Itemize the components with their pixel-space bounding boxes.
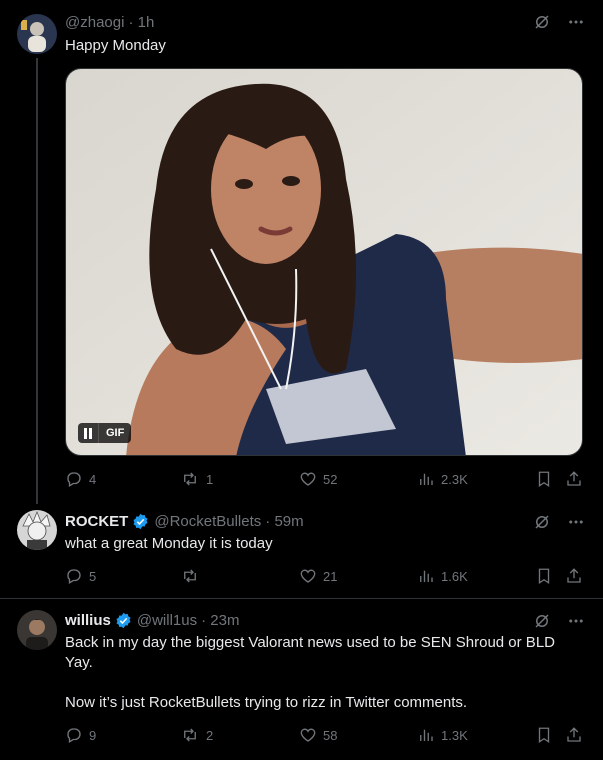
repost-button[interactable]: [180, 567, 206, 585]
post-text: Back in my day the biggest Valorant news…: [65, 634, 555, 711]
more-icon[interactable]: [567, 612, 585, 635]
avatar-rocket[interactable]: [17, 510, 57, 550]
repost-icon: [184, 472, 196, 486]
reply-icon: [67, 728, 81, 743]
post-top-icons: [533, 612, 585, 635]
repost-icon: [184, 569, 196, 583]
share-icon: [567, 568, 581, 583]
avatar-zhaogi[interactable]: [17, 14, 57, 54]
like-button[interactable]: 21: [299, 567, 337, 585]
share-button[interactable]: [565, 470, 583, 488]
like-count: 58: [323, 727, 338, 743]
like-button[interactable]: 52: [299, 470, 337, 488]
share-button[interactable]: [565, 567, 583, 585]
like-count: 21: [323, 568, 338, 584]
post-header: @zhaogi · 1h: [65, 12, 154, 32]
reply-icon: [67, 569, 81, 584]
views-button[interactable]: 2.3K: [417, 470, 468, 488]
gif-badge[interactable]: GIF: [78, 423, 132, 443]
bookmark-icon: [538, 568, 550, 585]
like-button[interactable]: 58: [299, 726, 337, 744]
views-icon: [420, 729, 433, 741]
post-time[interactable]: · 59m: [265, 513, 303, 530]
bookmark-button[interactable]: [535, 567, 553, 585]
gif-label: GIF: [98, 423, 132, 443]
gif-image: [66, 69, 582, 455]
more-icon[interactable]: [567, 513, 585, 536]
views-icon: [420, 570, 433, 582]
post-gif[interactable]: GIF: [65, 68, 583, 456]
verified-badge-icon: [115, 612, 132, 629]
post-top-icons: [533, 13, 585, 36]
heart-icon: [300, 728, 316, 742]
display-name[interactable]: ROCKET: [65, 513, 128, 530]
views-count: 2.3K: [441, 471, 468, 487]
reply-count: 4: [89, 471, 97, 487]
display-name[interactable]: willius: [65, 612, 111, 629]
post-actions: 4 1 52 2.3K: [65, 470, 585, 490]
grok-icon[interactable]: [533, 612, 551, 635]
heart-icon: [300, 472, 316, 486]
post-zhaogi[interactable]: @zhaogi · 1h Happy Monday GIF 4 1 52 2.3…: [0, 0, 603, 504]
verified-badge-icon: [132, 513, 149, 530]
grok-icon[interactable]: [533, 13, 551, 36]
share-icon: [567, 471, 581, 486]
reply-button[interactable]: 9: [65, 726, 96, 744]
repost-button[interactable]: 1: [180, 470, 213, 488]
views-button[interactable]: 1.6K: [417, 567, 468, 585]
reply-button[interactable]: 4: [65, 470, 96, 488]
heart-icon: [300, 569, 316, 583]
post-willius[interactable]: willius @will1us · 23m Back in my day th…: [0, 599, 603, 760]
bookmark-icon: [538, 727, 550, 744]
user-handle[interactable]: @zhaogi: [65, 14, 124, 31]
views-count: 1.3K: [441, 727, 468, 743]
repost-count: 2: [206, 727, 214, 743]
like-count: 52: [323, 471, 338, 487]
post-text: Happy Monday: [65, 37, 166, 54]
thread-line: [36, 58, 38, 504]
views-count: 1.6K: [441, 568, 468, 584]
post-time[interactable]: · 1h: [128, 14, 154, 31]
avatar-willius[interactable]: [17, 610, 57, 650]
more-icon[interactable]: [567, 13, 585, 36]
share-icon: [567, 727, 581, 742]
reply-count: 5: [89, 568, 97, 584]
repost-count: 1: [206, 471, 214, 487]
bookmark-icon: [538, 471, 550, 488]
post-time[interactable]: · 23m: [201, 612, 239, 629]
post-header: willius @will1us · 23m: [65, 610, 239, 630]
views-icon: [420, 473, 433, 485]
post-rocket[interactable]: ROCKET @RocketBullets · 59m what a great…: [0, 500, 603, 598]
user-handle[interactable]: @will1us: [137, 612, 197, 629]
bookmark-button[interactable]: [535, 470, 553, 488]
repost-button[interactable]: 2: [180, 726, 213, 744]
grok-icon[interactable]: [533, 513, 551, 536]
reply-icon: [67, 472, 81, 487]
share-button[interactable]: [565, 726, 583, 744]
post-actions: 5 21 1.6K: [65, 567, 585, 587]
bookmark-button[interactable]: [535, 726, 553, 744]
reply-count: 9: [89, 727, 97, 743]
post-actions: 9 2 58 1.3K: [65, 726, 585, 746]
views-button[interactable]: 1.3K: [417, 726, 468, 744]
post-top-icons: [533, 513, 585, 536]
post-header: ROCKET @RocketBullets · 59m: [65, 511, 304, 531]
repost-icon: [184, 728, 196, 742]
user-handle[interactable]: @RocketBullets: [154, 513, 261, 530]
pause-icon[interactable]: [78, 423, 98, 443]
reply-button[interactable]: 5: [65, 567, 96, 585]
post-text: what a great Monday it is today: [65, 535, 273, 552]
